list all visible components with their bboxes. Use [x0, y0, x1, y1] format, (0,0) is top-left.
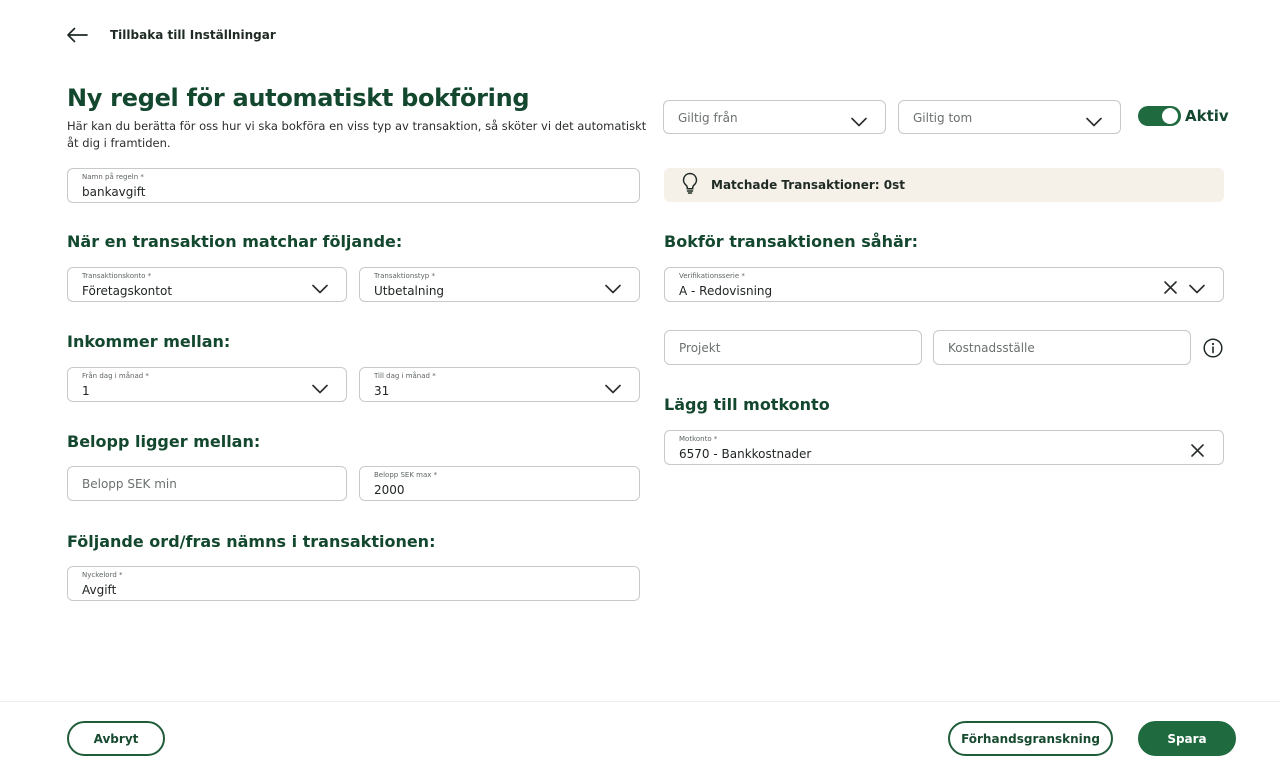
section-booking-heading: Bokför transaktionen såhär: — [664, 232, 919, 251]
voucher-series-label: Verifikationsserie * — [679, 272, 745, 280]
save-button[interactable]: Spara — [1138, 721, 1236, 756]
project-input[interactable]: Projekt — [664, 330, 922, 365]
lightbulb-icon — [681, 172, 699, 198]
day-from-label: Från dag i månad * — [82, 372, 149, 380]
transaction-account-value: Företagskontot — [82, 284, 173, 298]
valid-from-select[interactable]: Giltig från — [663, 100, 886, 134]
keyword-label: Nyckelord * — [82, 571, 123, 579]
rule-name-value: bankavgift — [82, 185, 146, 199]
active-label: Aktiv — [1185, 107, 1229, 125]
transaction-account-select[interactable]: Transaktionskonto * Företagskontot — [67, 267, 347, 302]
section-incoming-heading: Inkommer mellan: — [67, 332, 231, 351]
voucher-series-select[interactable]: Verifikationsserie * A - Redovisning — [664, 267, 1224, 302]
toggle-knob — [1162, 108, 1178, 124]
arrow-left-icon — [66, 27, 88, 43]
transaction-type-select[interactable]: Transaktionstyp * Utbetalning — [359, 267, 640, 302]
amount-max-label: Belopp SEK max * — [374, 471, 438, 479]
chevron-down-icon — [605, 279, 621, 298]
chevron-down-icon — [312, 279, 328, 298]
matched-transactions-text: Matchade Transaktioner: 0st — [711, 178, 905, 192]
info-icon[interactable] — [1203, 338, 1223, 362]
preview-button[interactable]: Förhandsgranskning — [948, 721, 1113, 756]
transaction-type-label: Transaktionstyp * — [374, 272, 435, 280]
counter-account-select[interactable]: Motkonto * 6570 - Bankkostnader — [664, 430, 1224, 465]
section-keywords-heading: Följande ord/fras nämns i transaktionen: — [67, 532, 436, 551]
matched-transactions-banner: Matchade Transaktioner: 0st — [664, 168, 1224, 202]
day-from-value: 1 — [82, 384, 90, 398]
chevron-down-icon — [851, 112, 867, 131]
footer-bar: Avbryt Förhandsgranskning Spara — [0, 701, 1280, 772]
valid-to-select[interactable]: Giltig tom — [898, 100, 1121, 134]
counter-account-label: Motkonto * — [679, 435, 718, 443]
voucher-series-value: A - Redovisning — [679, 284, 773, 298]
day-to-label: Till dag i månad * — [374, 372, 436, 380]
chevron-down-icon — [1189, 279, 1205, 298]
counter-account-value: 6570 - Bankkostnader — [679, 447, 812, 461]
transaction-account-label: Transaktionskonto * — [82, 272, 152, 280]
valid-from-placeholder: Giltig från — [678, 111, 738, 125]
clear-icon[interactable] — [1164, 279, 1177, 298]
section-amount-heading: Belopp ligger mellan: — [67, 432, 261, 451]
amount-min-input[interactable]: Belopp SEK min — [67, 466, 347, 501]
amount-max-input[interactable]: Belopp SEK max * 2000 — [359, 466, 640, 501]
cost-center-input[interactable]: Kostnadsställe — [933, 330, 1191, 365]
day-to-select[interactable]: Till dag i månad * 31 — [359, 367, 640, 402]
chevron-down-icon — [1086, 112, 1102, 131]
active-toggle[interactable]: Aktiv — [1138, 106, 1229, 126]
back-link-label: Tillbaka till Inställningar — [110, 28, 276, 42]
clear-icon[interactable] — [1191, 442, 1204, 461]
section-match-heading: När en transaktion matchar följande: — [67, 232, 403, 251]
chevron-down-icon — [605, 379, 621, 398]
rule-name-label: Namn på regeln * — [82, 173, 144, 181]
cancel-button[interactable]: Avbryt — [67, 721, 165, 756]
cost-center-placeholder: Kostnadsställe — [948, 341, 1035, 355]
chevron-down-icon — [312, 379, 328, 398]
page-description: Här kan du berätta för oss hur vi ska bo… — [67, 119, 647, 150]
amount-min-placeholder: Belopp SEK min — [82, 477, 177, 491]
rule-name-field[interactable]: Namn på regeln * bankavgift — [67, 168, 640, 203]
amount-max-value: 2000 — [374, 483, 405, 497]
day-from-select[interactable]: Från dag i månad * 1 — [67, 367, 347, 402]
project-placeholder: Projekt — [679, 341, 721, 355]
keyword-value: Avgift — [82, 583, 117, 597]
back-link[interactable]: Tillbaka till Inställningar — [66, 24, 276, 46]
transaction-type-value: Utbetalning — [374, 284, 445, 298]
valid-to-placeholder: Giltig tom — [913, 111, 973, 125]
keyword-input[interactable]: Nyckelord * Avgift — [67, 566, 640, 601]
toggle-switch[interactable] — [1138, 106, 1181, 126]
section-counter-heading: Lägg till motkonto — [664, 395, 830, 414]
page-title: Ny regel för automatiskt bokföring — [67, 84, 530, 112]
day-to-value: 31 — [374, 384, 390, 398]
